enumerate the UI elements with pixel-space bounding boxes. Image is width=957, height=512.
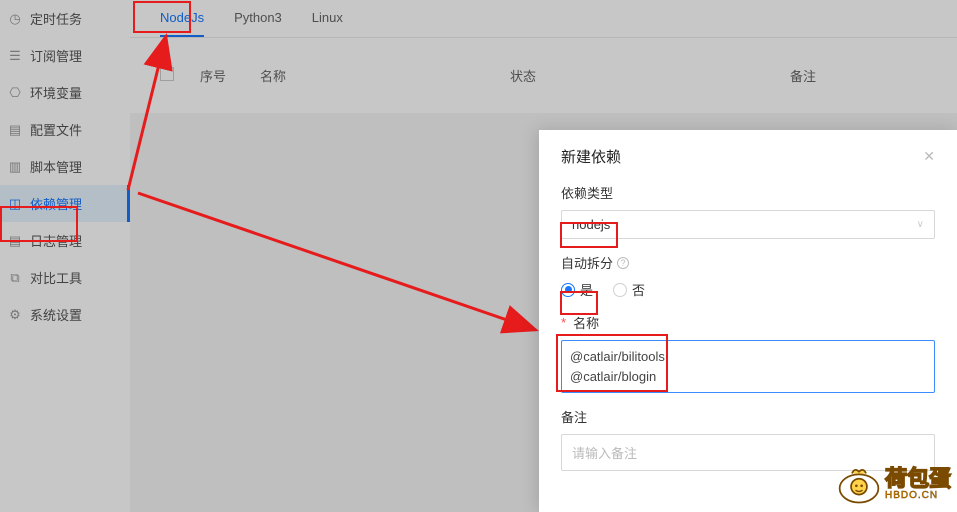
sidebar-item-settings[interactable]: ⚙ 系统设置 <box>0 296 130 333</box>
rss-icon: ☰ <box>8 49 22 63</box>
sidebar-item-label: 对比工具 <box>30 268 82 287</box>
field-label-name: * 名称 <box>561 313 935 332</box>
column-header-seq: 序号 <box>200 66 260 85</box>
tab-nodejs[interactable]: NodeJs <box>160 0 204 37</box>
chevron-down-icon: ∨ <box>917 219 924 230</box>
sidebar-item-label: 定时任务 <box>30 9 82 28</box>
file-icon: ▤ <box>8 123 22 137</box>
sidebar: ◷ 定时任务 ☰ 订阅管理 ⎔ 环境变量 ▤ 配置文件 ▥ 脚本管理 ◫ 依赖管… <box>0 0 130 512</box>
env-icon: ⎔ <box>8 86 22 100</box>
sidebar-item-label: 日志管理 <box>30 231 82 250</box>
sidebar-item-log[interactable]: ▤ 日志管理 <box>0 222 130 259</box>
radio-label: 否 <box>632 280 645 299</box>
modal-title: 新建依赖 <box>561 146 621 167</box>
code-icon: ▥ <box>8 160 22 174</box>
log-icon: ▤ <box>8 234 22 248</box>
create-dependency-modal: 新建依赖 ✕ 依赖类型 nodejs ∨ 自动拆分 ? 是 否 <box>539 130 957 512</box>
tab-python3[interactable]: Python3 <box>234 0 282 37</box>
placeholder-text: 请输入备注 <box>572 446 637 461</box>
sidebar-item-env[interactable]: ⎔ 环境变量 <box>0 74 130 111</box>
close-icon[interactable]: ✕ <box>923 148 935 165</box>
sidebar-item-diff[interactable]: ⧉ 对比工具 <box>0 259 130 296</box>
tab-label: Linux <box>312 10 343 25</box>
sidebar-item-label: 系统设置 <box>30 305 82 324</box>
column-header-name: 名称 <box>260 66 510 85</box>
gear-icon: ⚙ <box>8 308 22 322</box>
tab-label: NodeJs <box>160 10 204 25</box>
dependency-name-input[interactable]: @catlair/bilitools @catlair/blogin <box>561 340 935 393</box>
sidebar-item-script[interactable]: ▥ 脚本管理 <box>0 148 130 185</box>
note-input[interactable]: 请输入备注 <box>561 434 935 471</box>
field-label-type: 依赖类型 <box>561 183 935 202</box>
radio-icon <box>561 283 575 297</box>
radio-yes[interactable]: 是 <box>561 280 593 299</box>
radio-icon <box>613 283 627 297</box>
column-header-note: 备注 <box>790 66 927 85</box>
table-header: 序号 名称 状态 备注 <box>160 54 927 97</box>
select-all-checkbox[interactable] <box>160 67 174 81</box>
clock-icon: ◷ <box>8 12 22 26</box>
dependency-type-select[interactable]: nodejs ∨ <box>561 210 935 239</box>
diff-icon: ⧉ <box>8 271 22 285</box>
radio-no[interactable]: 否 <box>613 280 645 299</box>
tabs-bar: NodeJs Python3 Linux <box>130 0 957 38</box>
help-icon[interactable]: ? <box>617 257 629 269</box>
package-icon: ◫ <box>8 197 22 211</box>
field-label-split: 自动拆分 ? <box>561 253 935 272</box>
label-text: 自动拆分 <box>561 253 613 272</box>
sidebar-item-label: 订阅管理 <box>30 46 82 65</box>
tab-linux[interactable]: Linux <box>312 0 343 37</box>
radio-label: 是 <box>580 280 593 299</box>
label-text: 名称 <box>573 313 599 332</box>
sidebar-item-label: 依赖管理 <box>30 194 82 213</box>
table-area: 序号 名称 状态 备注 <box>130 38 957 113</box>
field-label-note: 备注 <box>561 407 935 426</box>
auto-split-radio-group: 是 否 <box>561 280 935 299</box>
column-header-status: 状态 <box>510 66 790 85</box>
sidebar-item-cron[interactable]: ◷ 定时任务 <box>0 0 130 37</box>
required-star-icon: * <box>561 315 566 330</box>
tab-label: Python3 <box>234 10 282 25</box>
sidebar-item-config[interactable]: ▤ 配置文件 <box>0 111 130 148</box>
sidebar-item-subscription[interactable]: ☰ 订阅管理 <box>0 37 130 74</box>
sidebar-item-label: 配置文件 <box>30 120 82 139</box>
sidebar-item-label: 环境变量 <box>30 83 82 102</box>
sidebar-item-dependency[interactable]: ◫ 依赖管理 <box>0 185 130 222</box>
select-value: nodejs <box>572 217 610 232</box>
sidebar-item-label: 脚本管理 <box>30 157 82 176</box>
